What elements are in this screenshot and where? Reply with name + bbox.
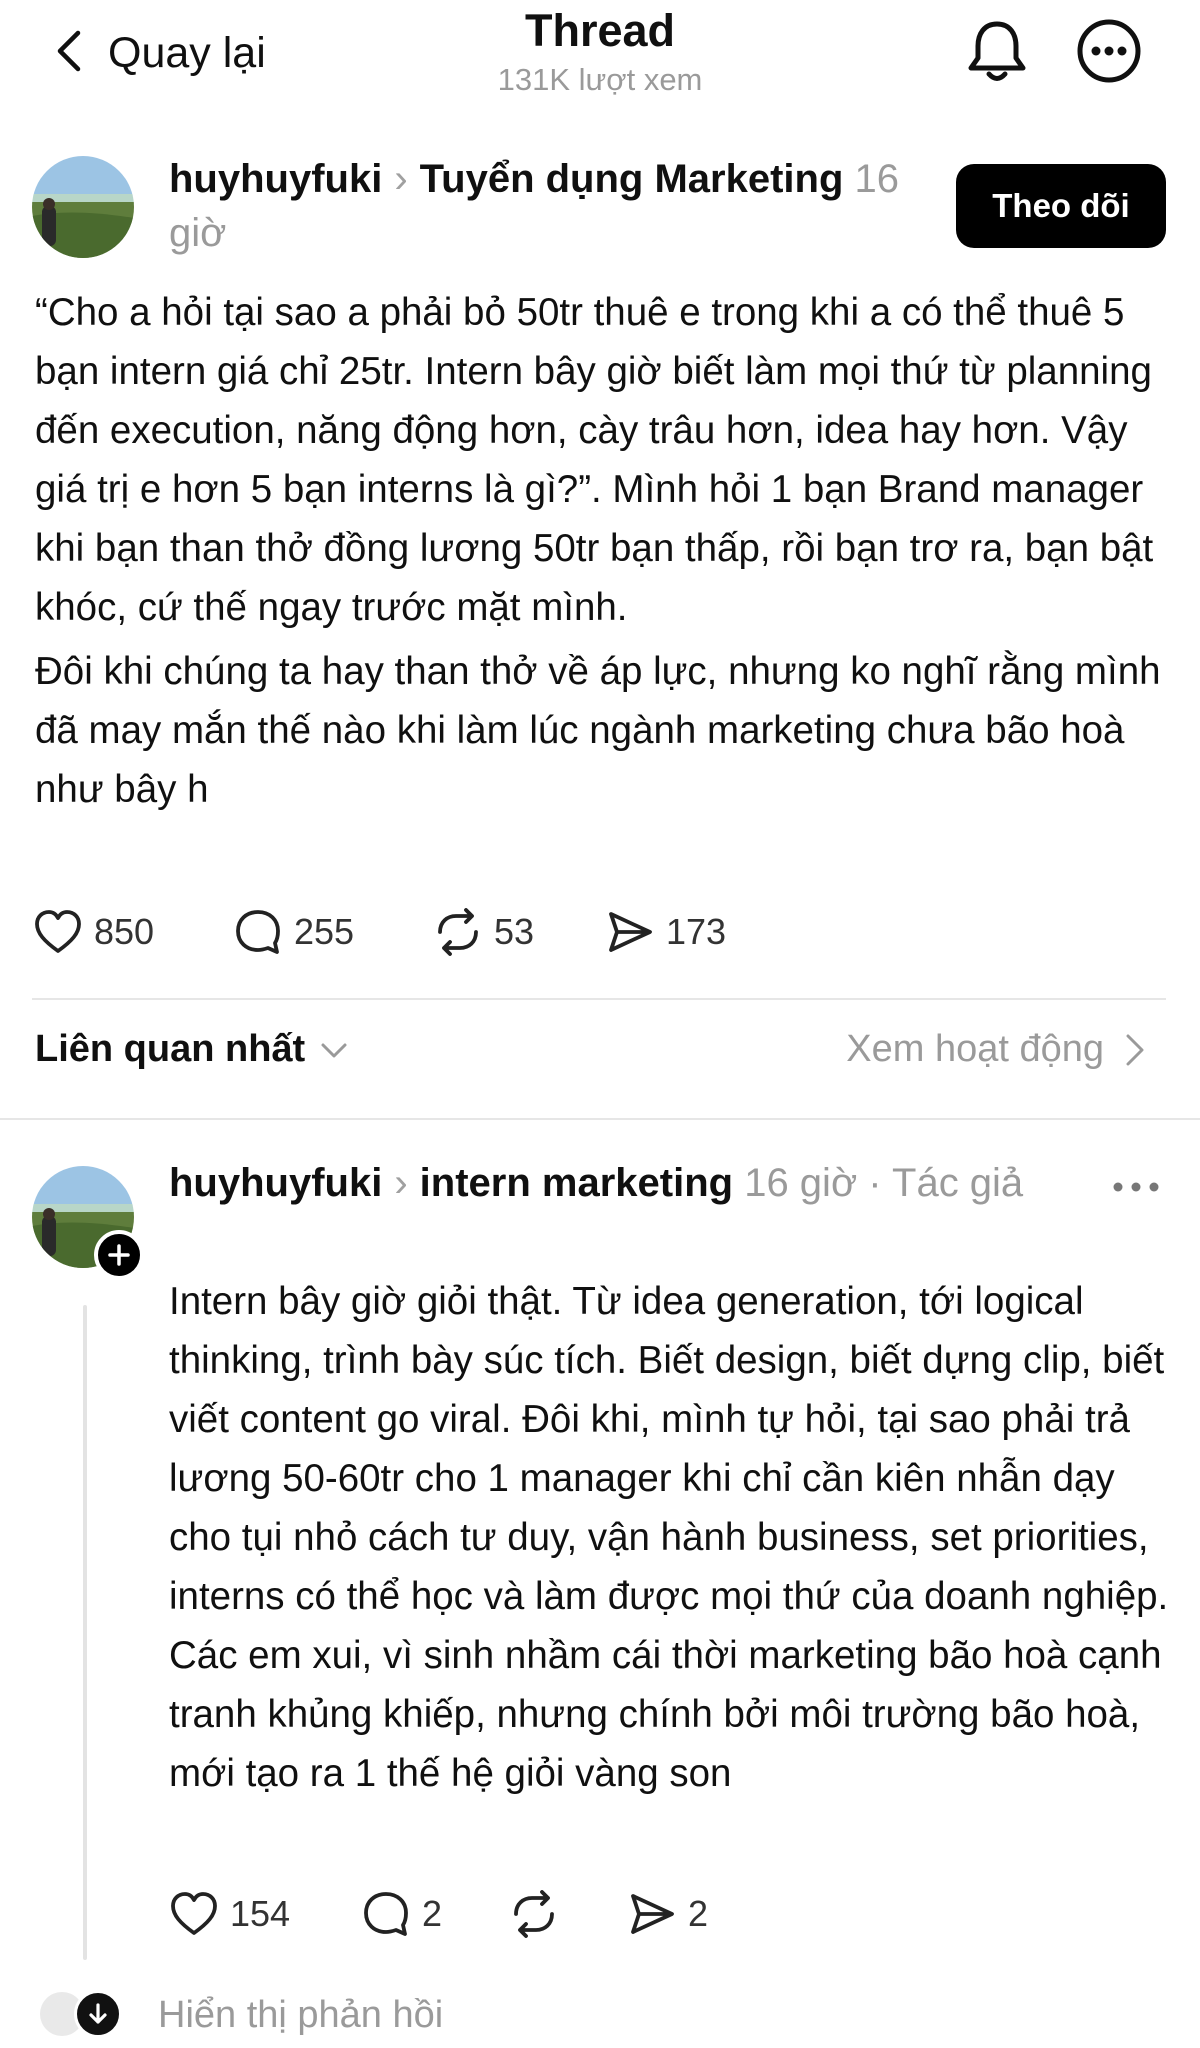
post-paragraph: “Cho a hỏi tại sao a phải bỏ 50tr thuê e… [35,291,1154,629]
like-button[interactable]: 850 [32,906,232,958]
back-button[interactable]: Quay lại [50,22,266,84]
post-paragraph: Đôi khi chúng ta hay than thở về áp lực,… [35,650,1161,811]
reply-actions: 154 2 2 [168,1888,708,1940]
more-horizontal-icon [1113,1182,1159,1192]
divider [32,998,1166,1000]
like-count: 850 [94,911,155,952]
chevron-down-icon [321,1043,347,1057]
reply-like-button[interactable]: 154 [168,1888,360,1940]
follow-plus-button[interactable] [94,1230,144,1280]
post-body: “Cho a hỏi tại sao a phải bỏ 50tr thuê e… [35,283,1170,819]
reply-time: 16 giờ [744,1161,858,1205]
bell-icon [968,21,1026,81]
reply-header: huyhuyfuki › intern marketing 16 giờ · Tác… [169,1156,1039,1210]
chevron-right-icon [1126,1034,1144,1065]
thread-line [83,1305,87,1960]
divider [0,1118,1200,1120]
comment-button[interactable]: 255 [232,906,432,958]
post-topic[interactable]: Tuyển dụng Marketing [420,157,844,201]
reply-share-count: 2 [688,1893,709,1934]
reply-body: Intern bây giờ giỏi thật. Từ idea genera… [169,1280,1169,1795]
reply-like-count: 154 [230,1893,291,1934]
chevron-right-icon: › [394,157,408,201]
follow-button[interactable]: Theo dõi [956,164,1166,248]
repost-icon [438,908,478,956]
heart-icon [171,1892,217,1935]
post-header: huyhuyfuki › Tuyển dụng Marketing 16 giờ [169,152,949,260]
reply-comment-count: 2 [422,1893,443,1934]
notification-button[interactable] [962,16,1032,86]
arrow-down-icon [74,1990,122,2038]
repost-count: 53 [494,911,535,952]
chevron-right-icon: › [394,1161,408,1205]
more-options-button[interactable] [1076,18,1142,84]
share-count: 173 [666,911,727,952]
author-tag: · Tác giả [868,1161,1024,1205]
share-button[interactable]: 173 [604,906,726,958]
reply-more-button[interactable] [1108,1170,1164,1204]
post-username[interactable]: huyhuyfuki [169,157,382,201]
repost-icon [514,1890,554,1938]
reply-share-button[interactable]: 2 [626,1888,708,1940]
repost-button[interactable]: 53 [432,906,604,958]
comment-icon [236,910,280,954]
show-replies-button[interactable]: Hiển thị phản hồi [40,1988,443,2042]
plus-icon [108,1244,130,1266]
post-author-avatar[interactable] [32,156,134,258]
sort-dropdown[interactable]: Liên quan nhất [35,1028,351,1071]
back-label: Quay lại [108,28,266,77]
reply-topic[interactable]: intern marketing [420,1161,733,1205]
reply-username[interactable]: huyhuyfuki [169,1161,382,1205]
heart-icon [35,910,81,953]
comment-icon [364,1892,408,1936]
send-icon [631,1894,674,1934]
reply-avatars [40,1988,128,2042]
sort-label: Liên quan nhất [35,1028,306,1070]
comment-count: 255 [294,911,355,952]
view-activity-label: Xem hoạt động [846,1028,1104,1070]
more-circle-icon [1077,19,1141,83]
reply-repost-button[interactable] [508,1888,626,1940]
view-activity-link[interactable]: Xem hoạt động [846,1028,1150,1071]
show-replies-label: Hiển thị phản hồi [158,1993,444,2036]
post-actions: 850 255 53 173 [32,906,726,958]
reply-comment-button[interactable]: 2 [360,1888,508,1940]
chevron-left-icon [50,27,90,80]
send-icon [609,912,652,952]
